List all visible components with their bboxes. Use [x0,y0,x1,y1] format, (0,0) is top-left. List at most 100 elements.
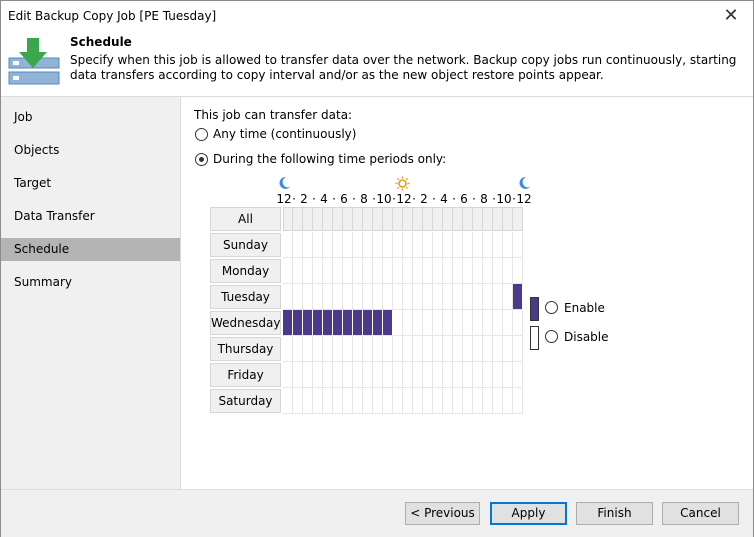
schedule-cell[interactable] [313,232,323,258]
schedule-cell[interactable] [473,232,483,258]
schedule-cell[interactable] [443,310,453,336]
schedule-cell[interactable] [473,310,483,336]
close-icon[interactable]: ✕ [721,5,741,26]
schedule-cell[interactable] [323,258,333,284]
schedule-cell[interactable] [403,388,413,414]
schedule-cell[interactable] [363,310,373,336]
schedule-cell[interactable] [323,388,333,414]
schedule-cell[interactable] [483,284,493,310]
schedule-cell[interactable] [423,258,433,284]
schedule-cell[interactable] [283,362,293,388]
sidebar-item-objects[interactable]: Objects [1,139,180,162]
schedule-cell[interactable] [463,336,473,362]
schedule-cell[interactable] [403,310,413,336]
schedule-cell[interactable] [503,258,513,284]
schedule-cell[interactable] [323,336,333,362]
schedule-cell[interactable] [453,362,463,388]
schedule-cell[interactable] [353,388,363,414]
schedule-cell[interactable] [313,310,323,336]
schedule-cell[interactable] [413,232,423,258]
schedule-cell[interactable] [333,232,343,258]
schedule-cell[interactable] [463,388,473,414]
hour-column-button[interactable] [303,207,313,231]
schedule-cell[interactable] [293,232,303,258]
schedule-cell[interactable] [413,284,423,310]
schedule-cell[interactable] [393,310,403,336]
schedule-cell[interactable] [393,362,403,388]
schedule-cell[interactable] [453,232,463,258]
schedule-cell[interactable] [383,258,393,284]
hour-column-button[interactable] [393,207,403,231]
any-time-radio[interactable] [195,128,208,141]
schedule-cell[interactable] [433,232,443,258]
schedule-cell[interactable] [383,284,393,310]
schedule-cell[interactable] [433,388,443,414]
schedule-cell[interactable] [453,258,463,284]
schedule-cell[interactable] [513,232,523,258]
schedule-cell[interactable] [323,362,333,388]
schedule-cell[interactable] [433,284,443,310]
schedule-cell[interactable] [363,336,373,362]
schedule-cell[interactable] [493,232,503,258]
schedule-cell[interactable] [353,232,363,258]
finish-button[interactable]: Finish [576,502,653,525]
schedule-cell[interactable] [503,310,513,336]
schedule-cell[interactable] [483,388,493,414]
schedule-cell[interactable] [363,388,373,414]
schedule-cell[interactable] [353,336,363,362]
schedule-cell[interactable] [493,310,503,336]
enable-radio[interactable] [545,301,558,314]
hour-column-button[interactable] [383,207,393,231]
schedule-cell[interactable] [443,258,453,284]
schedule-cell[interactable] [423,232,433,258]
schedule-cell[interactable] [373,232,383,258]
sidebar-item-schedule[interactable]: Schedule [1,238,180,261]
schedule-cell[interactable] [413,362,423,388]
schedule-cell[interactable] [433,362,443,388]
schedule-cell[interactable] [343,258,353,284]
schedule-cell[interactable] [443,232,453,258]
hour-column-button[interactable] [323,207,333,231]
schedule-cell[interactable] [503,362,513,388]
day-button-wednesday[interactable]: Wednesday [210,311,281,335]
hour-column-button[interactable] [353,207,363,231]
schedule-cell[interactable] [303,310,313,336]
schedule-cell[interactable] [363,362,373,388]
previous-button[interactable]: < Previous [405,502,480,525]
hour-column-button[interactable] [493,207,503,231]
schedule-cell[interactable] [313,258,323,284]
schedule-cell[interactable] [283,388,293,414]
schedule-cell[interactable] [333,284,343,310]
schedule-cell[interactable] [343,284,353,310]
schedule-cell[interactable] [373,336,383,362]
schedule-cell[interactable] [293,388,303,414]
schedule-cell[interactable] [293,284,303,310]
schedule-cell[interactable] [493,284,503,310]
schedule-cell[interactable] [473,362,483,388]
schedule-cell[interactable] [363,232,373,258]
schedule-cell[interactable] [343,388,353,414]
hour-column-button[interactable] [413,207,423,231]
hour-column-button[interactable] [473,207,483,231]
schedule-cell[interactable] [313,362,323,388]
schedule-cell[interactable] [423,388,433,414]
schedule-cell[interactable] [473,336,483,362]
hour-column-button[interactable] [443,207,453,231]
hour-column-button[interactable] [513,207,523,231]
schedule-cell[interactable] [393,336,403,362]
hour-column-button[interactable] [433,207,443,231]
hour-column-button[interactable] [373,207,383,231]
day-button-saturday[interactable]: Saturday [210,389,281,413]
time-periods-label[interactable]: During the following time periods only: [213,152,446,166]
schedule-cell[interactable] [473,284,483,310]
schedule-cell[interactable] [483,232,493,258]
hour-column-button[interactable] [333,207,343,231]
schedule-cell[interactable] [513,284,523,310]
sidebar-item-data-transfer[interactable]: Data Transfer [1,205,180,228]
schedule-cell[interactable] [443,336,453,362]
schedule-cell[interactable] [403,284,413,310]
cancel-button[interactable]: Cancel [662,502,739,525]
schedule-cell[interactable] [403,362,413,388]
schedule-cell[interactable] [283,336,293,362]
schedule-cell[interactable] [463,284,473,310]
